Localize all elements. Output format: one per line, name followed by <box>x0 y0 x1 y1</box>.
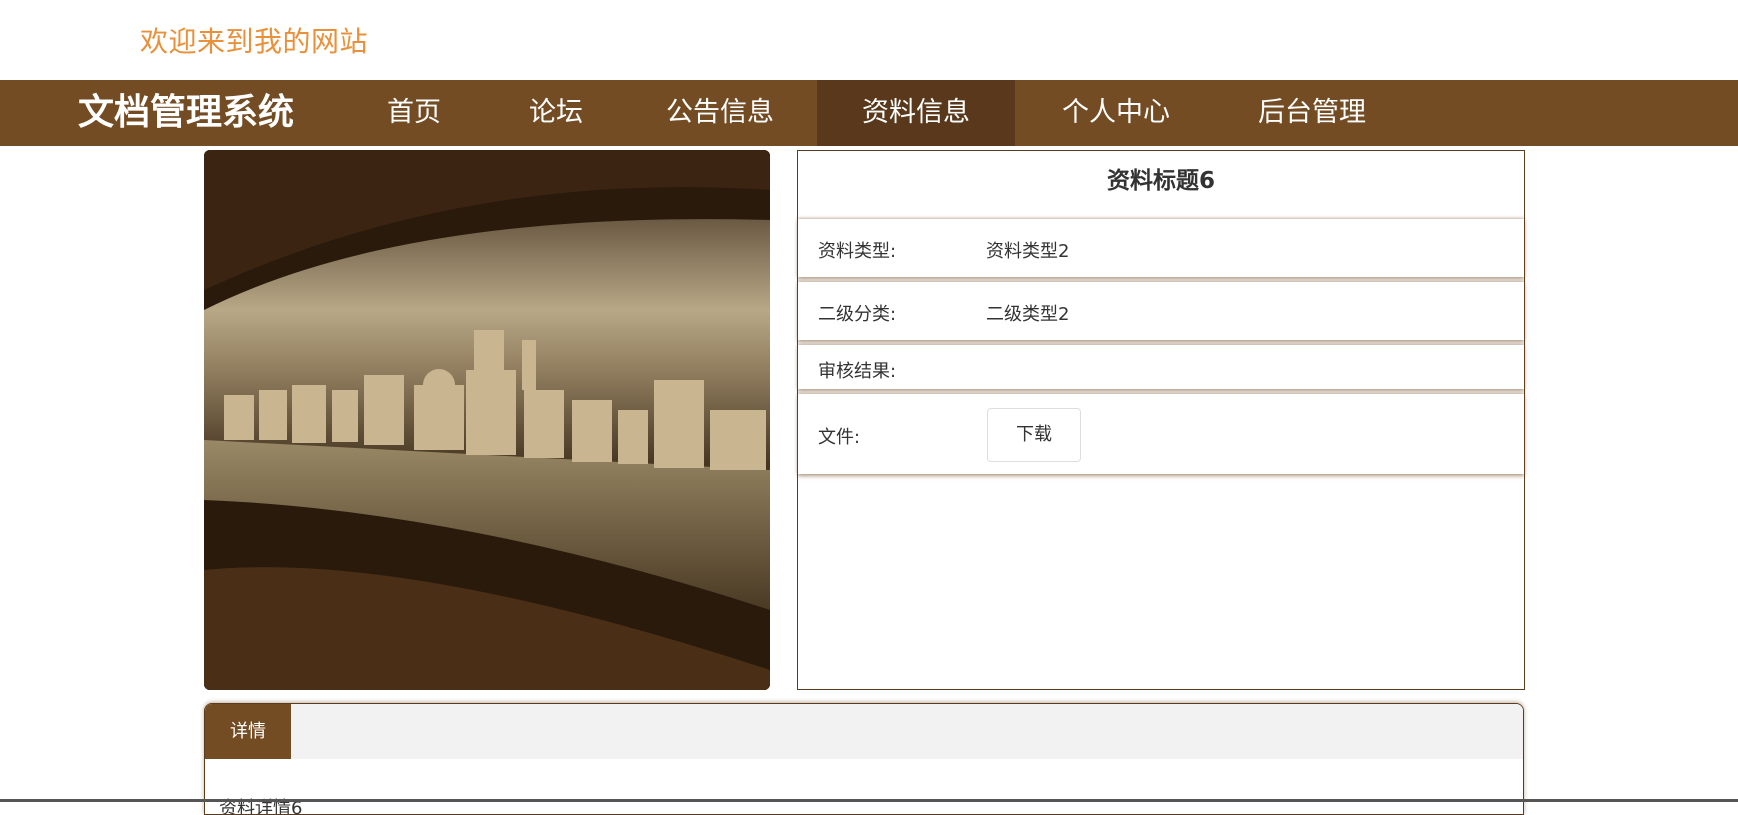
nav-underline <box>1023 146 1209 148</box>
top-nav: 文档管理系统 首页 论坛 公告信息 资料信息 个人中心 后台管理 <box>0 80 1738 148</box>
detail-content: 资料详情6 <box>219 798 303 815</box>
material-cover-image <box>204 150 770 690</box>
tab-bar: 详情 <box>205 704 1523 759</box>
nav-item-forum[interactable]: 论坛 <box>498 80 614 146</box>
info-row-type: 资料类型: 资料类型2 <box>798 219 1524 277</box>
info-row-review-result: 审核结果: <box>798 345 1524 389</box>
download-button[interactable]: 下载 <box>987 408 1081 462</box>
file-label: 文件: <box>818 427 861 448</box>
material-title: 资料标题6 <box>1106 168 1215 194</box>
nav-item-personal-center[interactable]: 个人中心 <box>1023 80 1209 146</box>
welcome-text: 欢迎来到我的网站 <box>140 25 369 58</box>
subcategory-value: 二级类型2 <box>986 304 1070 325</box>
info-row-subcategory: 二级分类: 二级类型2 <box>798 282 1524 340</box>
city-skyline-image <box>204 150 770 690</box>
site-brand[interactable]: 文档管理系统 <box>78 80 294 146</box>
nav-underline <box>626 146 812 148</box>
nav-underline <box>346 146 484 148</box>
tab-details[interactable]: 详情 <box>205 704 291 759</box>
nav-item-announcements[interactable]: 公告信息 <box>638 80 802 146</box>
material-info-panel: 资料标题6 资料类型: 资料类型2 二级分类: 二级类型2 审核结果: 文件: … <box>797 150 1525 690</box>
nav-item-materials[interactable]: 资料信息 <box>817 80 1015 146</box>
nav-underline <box>1218 146 1406 148</box>
nav-item-admin[interactable]: 后台管理 <box>1218 80 1406 146</box>
nav-item-home[interactable]: 首页 <box>360 80 468 146</box>
review-result-label: 审核结果: <box>818 361 897 382</box>
type-value: 资料类型2 <box>986 241 1070 262</box>
info-row-file: 文件: 下载 <box>798 394 1524 474</box>
subcategory-label: 二级分类: <box>818 304 897 325</box>
type-label: 资料类型: <box>818 241 897 262</box>
nav-underline <box>488 146 622 148</box>
